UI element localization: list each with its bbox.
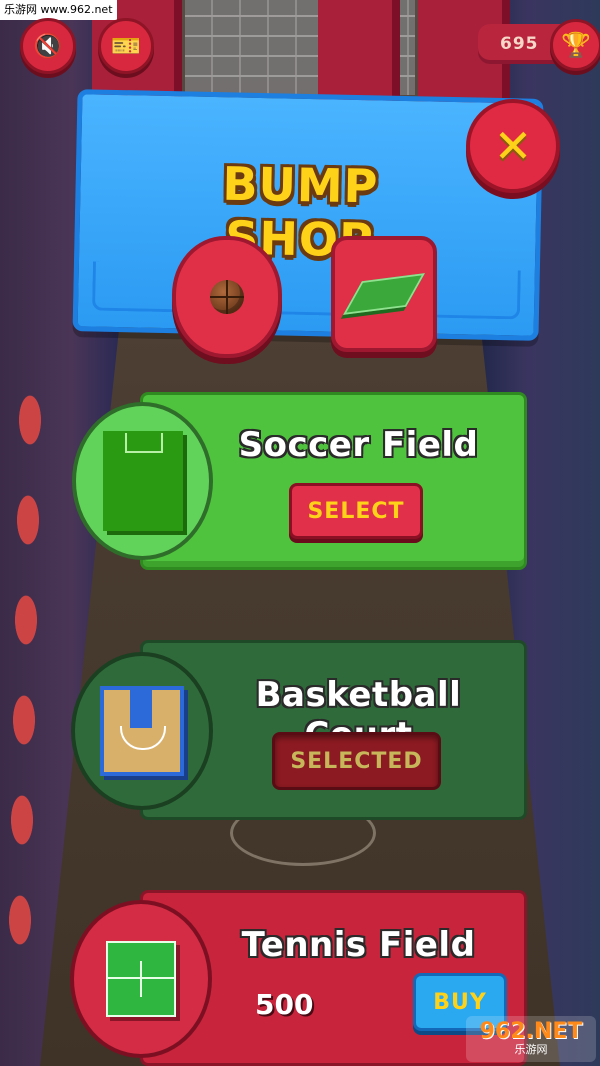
basketball-court-icon <box>100 686 184 776</box>
selected-button[interactable]: SELECTED <box>272 732 441 790</box>
speaker-muted-icon: 🔇 <box>33 32 63 60</box>
select-button[interactable]: SELECT <box>289 483 423 539</box>
sound-toggle-button[interactable]: 🔇 <box>20 18 76 74</box>
category-ball-button[interactable] <box>172 236 282 358</box>
soccer-field-icon <box>102 431 183 531</box>
item-price: 500 <box>255 988 314 1021</box>
close-icon: ✕ <box>493 119 533 173</box>
field-icon <box>343 273 425 315</box>
item-name: Tennis Field <box>241 925 476 965</box>
item-thumbnail <box>70 900 212 1058</box>
item-thumbnail <box>71 652 213 810</box>
ads-button[interactable]: 🎫 <box>98 18 154 74</box>
score-value: 695 <box>500 34 539 54</box>
basketball-icon <box>210 280 244 314</box>
category-field-button[interactable] <box>331 236 437 352</box>
close-button[interactable]: ✕ <box>466 99 560 193</box>
trophy-icon: 🏆 <box>561 31 591 59</box>
tennis-field-icon <box>106 941 176 1017</box>
shop-panel-frame <box>91 261 521 320</box>
trophy-button[interactable]: 🏆 <box>550 19 600 71</box>
watermark-logo-text: 962.NET <box>479 1019 583 1044</box>
item-name: Soccer Field <box>238 425 479 465</box>
ticket-icon: 🎫 <box>111 32 141 60</box>
watermark-logo-sub: 乐游网 <box>514 1043 548 1056</box>
item-thumbnail <box>72 402 213 560</box>
watermark-logo: 962.NET 乐游网 <box>466 1016 596 1062</box>
watermark-top: 乐游网 www.962.net <box>0 0 117 20</box>
